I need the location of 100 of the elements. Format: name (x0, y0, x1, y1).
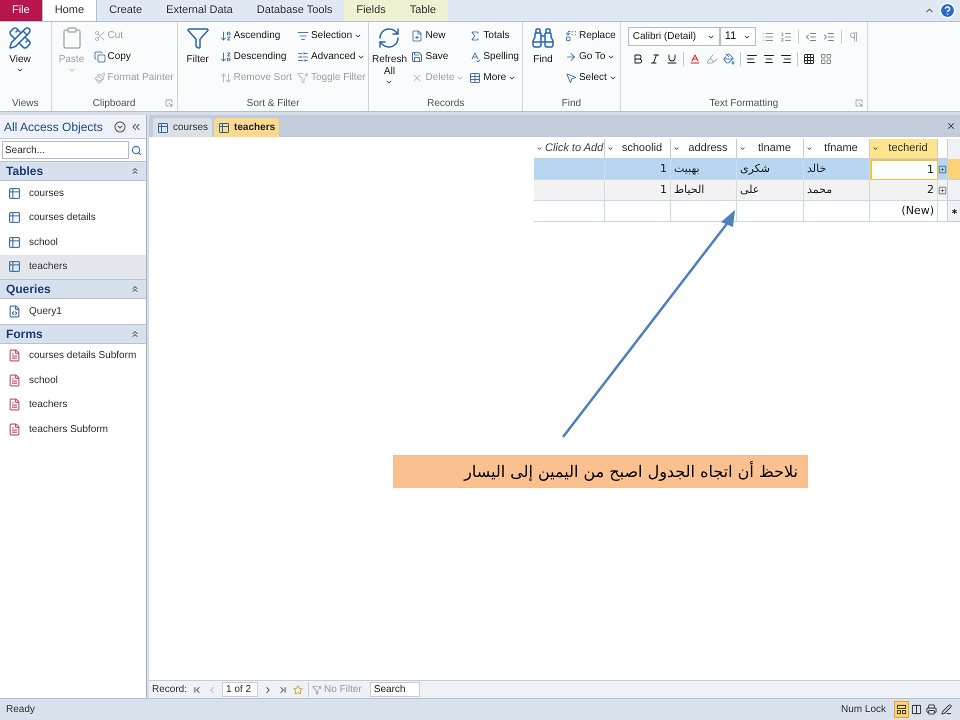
menu-tab[interactable]: Home (42, 0, 98, 21)
last-record-icon[interactable] (278, 684, 288, 694)
record-label: Record: (152, 683, 188, 697)
row-color-icon[interactable] (820, 53, 832, 65)
paint-bucket-icon[interactable] (722, 53, 735, 65)
ribbon-button[interactable]: View (3, 22, 37, 95)
column-header[interactable]: tlname (737, 139, 804, 159)
nav-item[interactable]: courses details Subform (0, 344, 146, 368)
section-header[interactable]: Forms (0, 324, 146, 344)
underline-icon[interactable] (666, 53, 678, 65)
indent-icon[interactable] (822, 30, 835, 42)
paintbrush-icon (94, 72, 106, 84)
numbered-list-icon[interactable] (780, 30, 792, 42)
align-left-icon[interactable] (746, 53, 758, 65)
align-right-icon[interactable] (780, 53, 792, 65)
ribbon-button[interactable]: Filter (180, 22, 215, 95)
menu-tab[interactable]: File (0, 0, 42, 21)
x-icon (411, 72, 424, 84)
ribbon-button[interactable]: Advanced (297, 46, 366, 67)
nav-item[interactable]: Query1 (0, 299, 146, 324)
table-icon (8, 236, 21, 249)
column-header[interactable]: tfname (804, 139, 870, 159)
bold-icon[interactable] (632, 53, 644, 65)
nav-item[interactable]: courses details (0, 206, 146, 230)
first-record-icon[interactable] (192, 684, 202, 694)
table-icon (8, 186, 21, 200)
nav-item[interactable]: teachers (0, 254, 146, 279)
ribbon-button[interactable]: Descending (220, 46, 292, 67)
view-icon (926, 704, 937, 715)
form-icon (8, 349, 21, 362)
search-field[interactable]: Search (370, 682, 420, 697)
italic-icon[interactable] (648, 53, 661, 65)
ribbon-button[interactable]: Copy (94, 46, 174, 67)
ribbon-button[interactable]: Find (526, 22, 560, 95)
ribbon-button[interactable]: Spelling (469, 46, 519, 67)
column-header[interactable]: techerid (870, 139, 938, 159)
ribbon-button[interactable]: Select (564, 67, 617, 88)
size-select[interactable]: 11 (720, 27, 756, 46)
group-label: Records (427, 96, 464, 110)
form-icon (8, 374, 21, 387)
ribbon-button[interactable]: More (469, 67, 519, 88)
nav-item[interactable]: teachers (0, 392, 146, 417)
search-field[interactable]: Search... (2, 141, 129, 159)
ribbon-button[interactable]: Refresh All (372, 22, 406, 95)
view-icon (941, 704, 952, 715)
font-select[interactable]: Calibri (Detail) (628, 27, 720, 46)
menu-tab[interactable]: External Data (154, 0, 245, 21)
caret-icon (536, 145, 543, 152)
save-icon (411, 50, 424, 62)
pencil-ruler-icon (8, 26, 32, 50)
nav-item[interactable]: school (0, 368, 146, 392)
form-icon (8, 398, 21, 412)
table-cell (804, 201, 870, 222)
replace-icon (564, 30, 577, 42)
table-icon (218, 122, 230, 134)
table-cell (737, 201, 804, 222)
caret-icon (385, 78, 394, 86)
view-icon (896, 704, 907, 715)
group-label: Clipboard (92, 96, 136, 110)
column-header[interactable]: address (671, 139, 737, 159)
ribbon-button[interactable]: Replace (564, 25, 617, 46)
column-header[interactable]: schoolid (605, 139, 671, 159)
ribbon-button[interactable]: Totals (469, 25, 519, 46)
menu-tab[interactable]: Fields (344, 0, 398, 21)
ribbon-button[interactable]: Ascending (220, 25, 292, 46)
nav-item[interactable]: school (0, 230, 146, 254)
section-header[interactable]: Queries (0, 279, 146, 299)
menu-tab[interactable]: Database Tools (244, 0, 344, 21)
nav-item[interactable]: courses (0, 181, 146, 206)
expand-icon[interactable] (938, 186, 947, 194)
dialog-launcher-icon[interactable] (854, 99, 863, 107)
ribbon-button[interactable]: Save (411, 46, 464, 67)
align-center-icon[interactable] (762, 53, 775, 65)
filter-list-icon (297, 30, 309, 42)
record-position-field[interactable]: 1 of 2 (222, 682, 258, 697)
ribbon-button[interactable]: New (411, 25, 464, 46)
column-header[interactable]: Click to Add (534, 139, 605, 159)
ribbon-button[interactable]: Selection (297, 25, 366, 46)
dialog-launcher-icon[interactable] (164, 99, 173, 107)
search-icon[interactable] (131, 144, 142, 156)
expand-icon[interactable] (938, 164, 947, 174)
view-icon (911, 704, 922, 715)
nav-item[interactable]: teachers Subform (0, 417, 146, 442)
caret-icon (16, 66, 24, 74)
font-color-icon[interactable] (688, 53, 701, 65)
menu-tab[interactable]: Table (398, 0, 448, 21)
help-icon[interactable] (939, 2, 956, 19)
document-tab[interactable]: courses (153, 118, 212, 137)
view-button[interactable] (894, 701, 909, 718)
outdent-icon[interactable] (804, 30, 817, 42)
menu-tab[interactable]: Create (97, 0, 154, 21)
close-icon[interactable] (946, 121, 956, 131)
dropdown-icon[interactable] (114, 120, 126, 132)
caret-icon (68, 66, 76, 74)
document-tab[interactable]: teachers (214, 118, 280, 137)
section-header[interactable]: Tables (0, 161, 146, 181)
gridlines-icon[interactable] (802, 53, 815, 65)
row-selector[interactable] (947, 201, 960, 222)
spell-check-icon (469, 50, 482, 62)
ribbon-button[interactable]: Go To (564, 46, 617, 67)
